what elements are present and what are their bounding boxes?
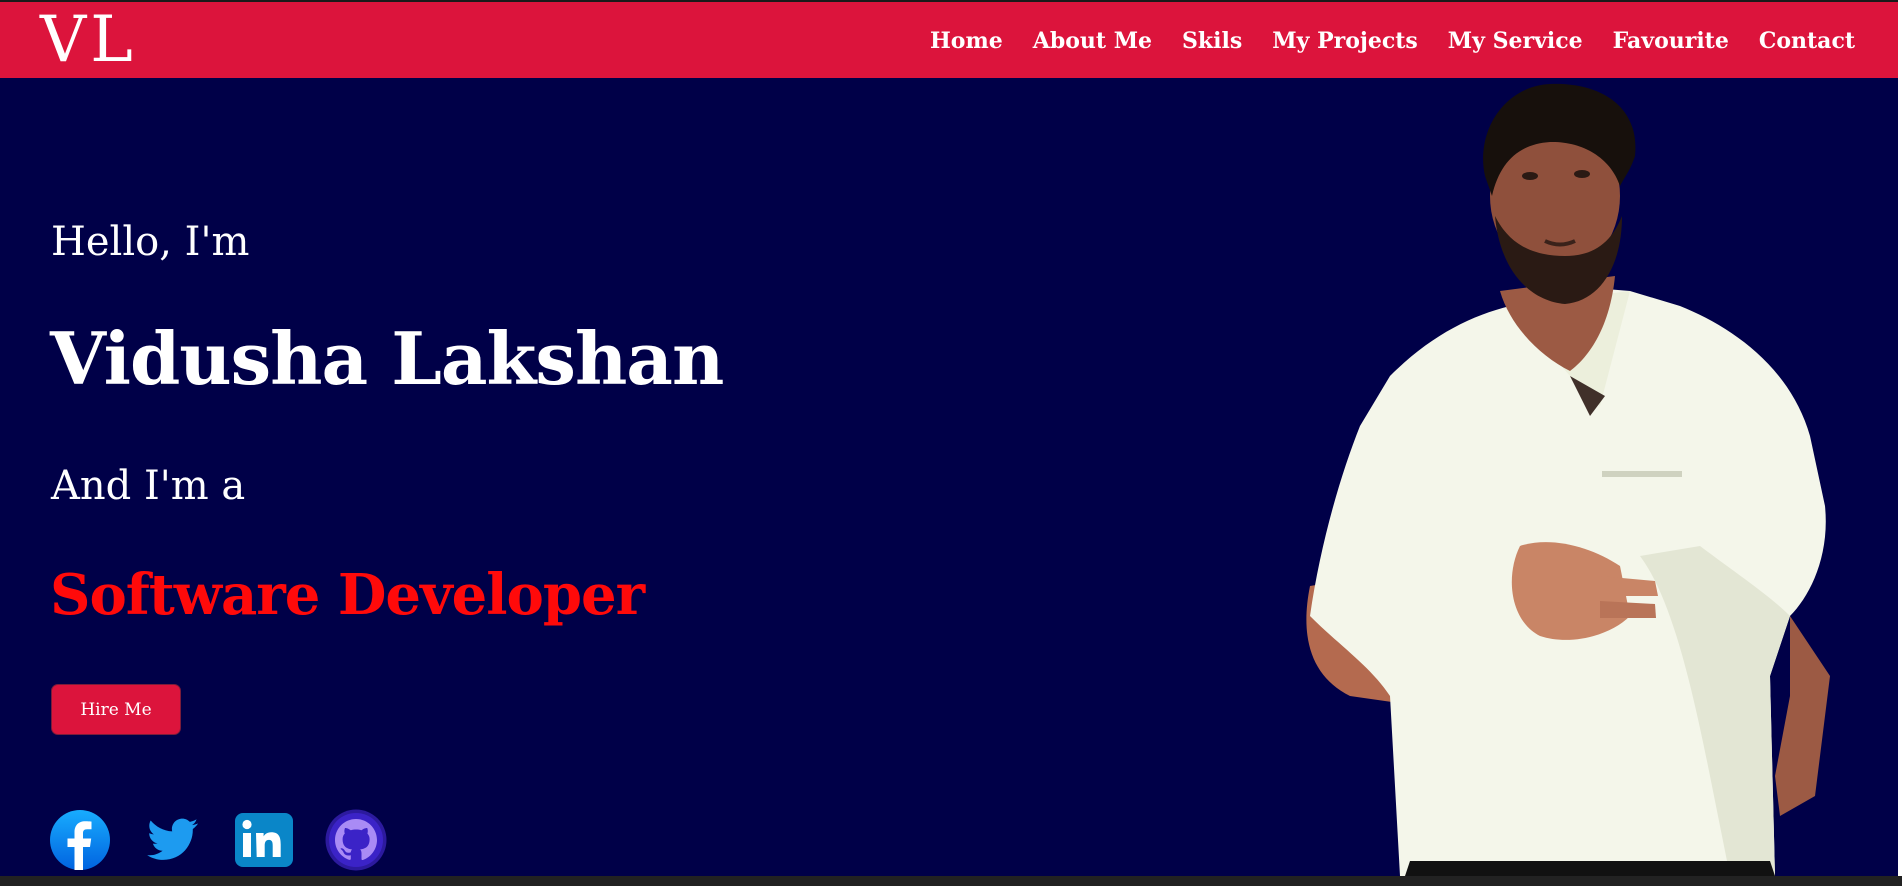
nav-item-contact[interactable]: Contact <box>1759 28 1855 54</box>
scrollbar[interactable] <box>1898 0 1902 886</box>
nav-item-about-me[interactable]: About Me <box>1033 28 1152 54</box>
bottom-bar <box>0 876 1902 886</box>
navbar: VL Home About Me Skils My Projects My Se… <box>0 0 1898 78</box>
nav-item-my-projects[interactable]: My Projects <box>1272 28 1418 54</box>
hero-name: Vidusha Lakshan <box>50 316 724 401</box>
profile-photo <box>1306 83 1830 876</box>
page: VL Home About Me Skils My Projects My Se… <box>0 0 1902 886</box>
linkedin-icon[interactable] <box>233 809 295 871</box>
hero-role: Software Developer <box>50 562 645 628</box>
hero-intro: And I'm a <box>51 463 246 509</box>
nav-item-skills[interactable]: Skils <box>1182 28 1242 54</box>
nav-item-favourite[interactable]: Favourite <box>1613 28 1729 54</box>
twitter-icon[interactable] <box>141 809 203 871</box>
nav-item-home[interactable]: Home <box>930 28 1003 54</box>
nav-item-my-service[interactable]: My Service <box>1448 28 1583 54</box>
nav-menu: Home About Me Skils My Projects My Servi… <box>930 2 1855 80</box>
facebook-icon[interactable] <box>49 809 111 871</box>
social-links <box>49 808 387 872</box>
hero-greeting: Hello, I'm <box>51 219 250 265</box>
logo[interactable]: VL <box>40 4 137 76</box>
hire-me-button[interactable]: Hire Me <box>51 684 181 735</box>
github-icon[interactable] <box>325 809 387 871</box>
